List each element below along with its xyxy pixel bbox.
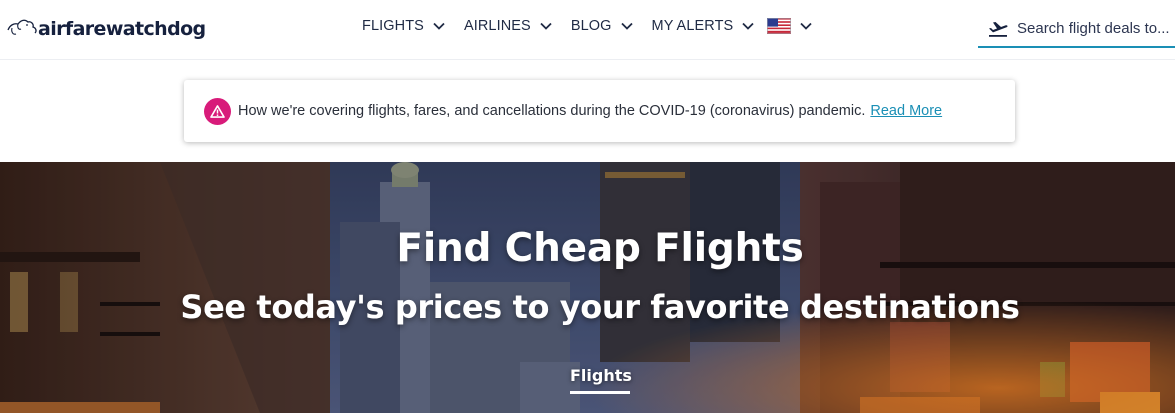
chevron-down-icon bbox=[433, 22, 445, 30]
alert-message: How we're covering flights, fares, and c… bbox=[238, 103, 866, 119]
search-placeholder: Search flight deals to... bbox=[1017, 19, 1170, 37]
logo-text: airfarewatchdog bbox=[38, 18, 206, 40]
us-flag-icon bbox=[767, 18, 792, 34]
nav-item-label: AIRLINES bbox=[463, 18, 531, 34]
nav-item-label: MY ALERTS bbox=[651, 18, 734, 34]
hero-subtitle: See today's prices to your favorite dest… bbox=[180, 288, 1020, 326]
site-header: airfarewatchdog FLIGHTS AIRLINES BLOG MY… bbox=[0, 0, 1175, 60]
nav-item-flights[interactable]: FLIGHTS bbox=[362, 18, 445, 34]
hero-title: Find Cheap Flights bbox=[396, 226, 804, 271]
flight-search-input[interactable]: Search flight deals to... bbox=[978, 10, 1175, 48]
chevron-down-icon bbox=[540, 22, 552, 30]
chevron-down-icon bbox=[742, 22, 754, 30]
region-selector[interactable] bbox=[767, 18, 812, 34]
site-logo[interactable]: airfarewatchdog bbox=[6, 14, 206, 44]
covid-alert-banner: How we're covering flights, fares, and c… bbox=[184, 80, 1015, 142]
dog-logo-icon bbox=[7, 19, 37, 35]
main-nav: FLIGHTS AIRLINES BLOG MY ALERTS bbox=[362, 18, 812, 34]
nav-item-airlines[interactable]: AIRLINES bbox=[464, 18, 552, 34]
nav-item-blog[interactable]: BLOG bbox=[571, 18, 633, 34]
airplane-takeoff-icon bbox=[989, 22, 1008, 37]
read-more-link[interactable]: Read More bbox=[870, 103, 942, 119]
nav-item-label: BLOG bbox=[570, 18, 612, 34]
hero-section: Find Cheap Flights See today's prices to… bbox=[0, 162, 1175, 413]
tab-flights[interactable]: Flights bbox=[570, 366, 632, 394]
nav-item-my-alerts[interactable]: MY ALERTS bbox=[652, 18, 755, 34]
warning-icon bbox=[204, 97, 231, 125]
nav-item-label: FLIGHTS bbox=[362, 18, 424, 34]
chevron-down-icon bbox=[800, 22, 812, 30]
chevron-down-icon bbox=[620, 22, 633, 30]
